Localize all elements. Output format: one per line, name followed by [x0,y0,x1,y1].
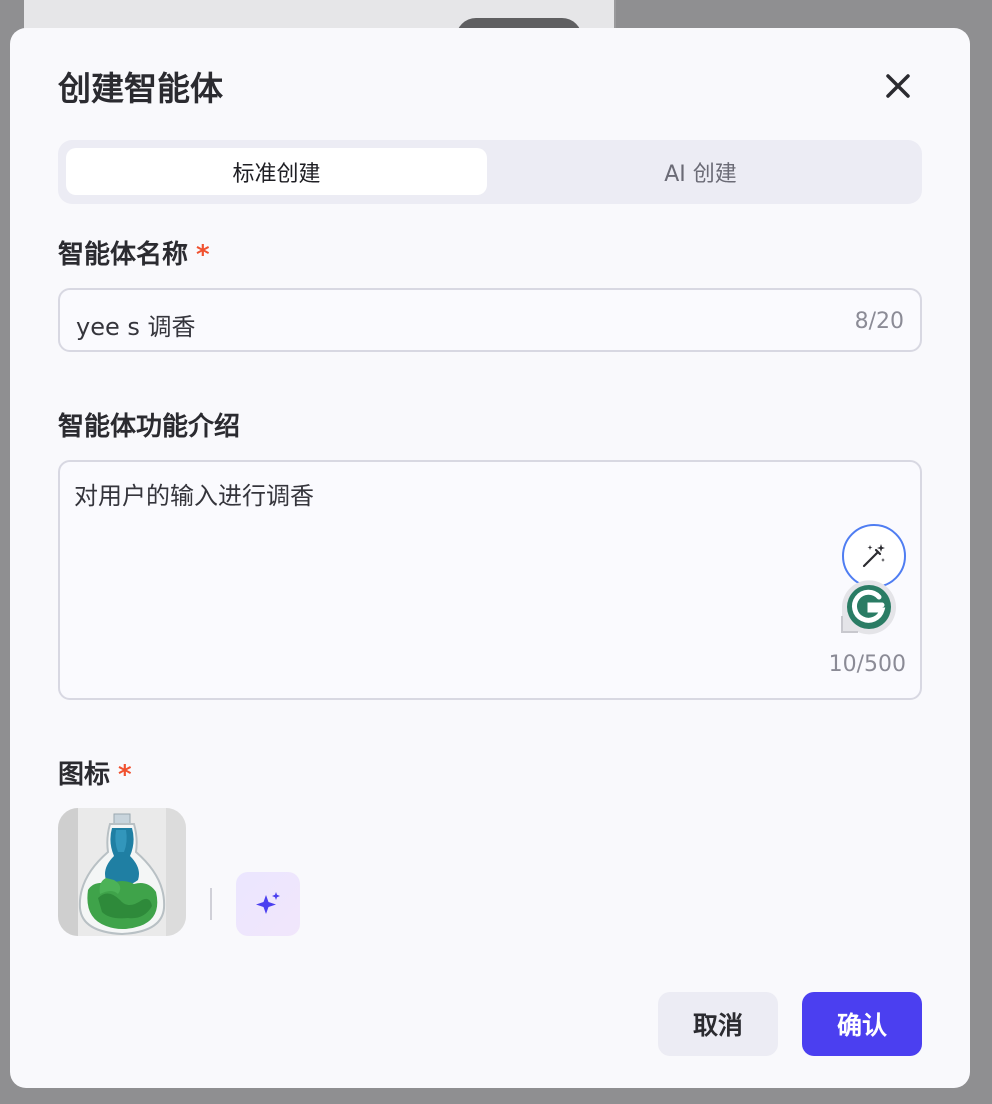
name-char-counter: 8/20 [854,309,904,334]
cancel-button[interactable]: 取消 [658,992,778,1056]
icon-label: 图标 * [58,754,132,791]
agent-description-label: 智能体功能介绍 [58,412,241,442]
tab-standard-create[interactable]: 标准创建 [66,148,487,195]
required-mark: * [196,240,210,270]
agent-description-textarea[interactable]: 对用户的输入进行调香 10/500 [58,460,922,700]
agent-description-value: 对用户的输入进行调香 [74,482,314,510]
wand-sparkle-icon[interactable] [842,524,906,588]
close-icon[interactable] [878,66,918,106]
required-mark: * [118,760,132,790]
agent-name-input[interactable]: yee s 调香 8/20 [58,288,922,352]
icon-divider [210,888,212,920]
create-mode-tabs: 标准创建 AI 创建 [58,140,922,204]
sparkle-icon[interactable] [236,872,300,936]
dialog-title: 创建智能体 [58,69,223,108]
create-agent-dialog: 创建智能体 标准创建 AI 创建 智能体名称 * yee s 调香 8/20 智能… [10,28,970,1088]
confirm-button[interactable]: 确认 [802,992,922,1056]
tab-ai-create[interactable]: AI 创建 [490,148,911,195]
perfume-bottle-image [58,808,186,936]
grammarly-icon[interactable] [838,580,900,638]
agent-name-label: 智能体名称 * [58,234,210,271]
icon-label-text: 图标 [58,760,111,790]
agent-name-value: yee s 调香 [76,313,196,341]
agent-icon-preview[interactable] [58,808,186,936]
description-char-counter: 10/500 [828,652,906,677]
agent-name-label-text: 智能体名称 [58,240,189,270]
